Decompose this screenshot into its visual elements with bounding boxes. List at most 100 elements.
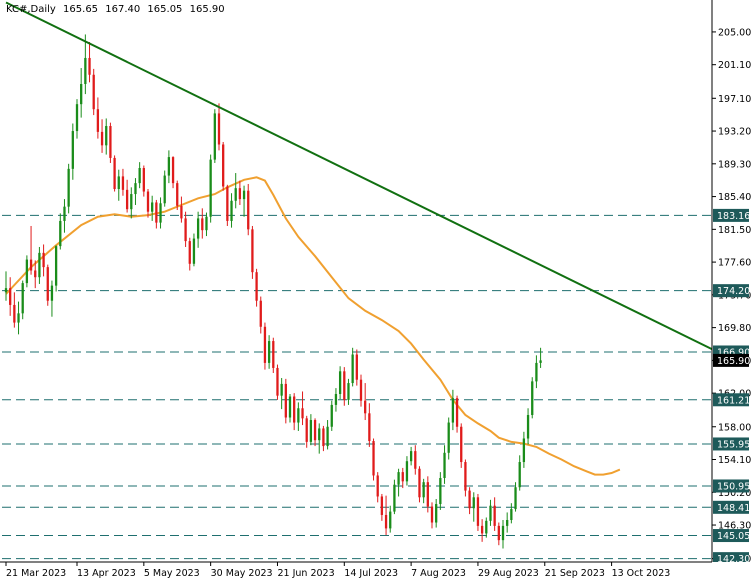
candle-body <box>330 404 333 427</box>
level-label-5: 150.95 <box>713 479 750 493</box>
candle-body <box>50 285 54 301</box>
candle-body <box>422 482 425 498</box>
candle-body <box>146 191 150 212</box>
x-tick-label-7: 29 Aug 2023 <box>478 568 539 579</box>
level-label-1-text: 174.20 <box>717 286 750 297</box>
candle-12 <box>54 245 58 292</box>
candle-49 <box>209 154 212 223</box>
candle-body <box>109 126 112 158</box>
candle-52 <box>222 141 225 191</box>
candle-body <box>351 354 354 384</box>
candle-body <box>134 183 137 195</box>
y-tick-label-1: 201.10 <box>718 60 751 71</box>
candle-body <box>489 505 492 521</box>
candle-64 <box>272 337 275 373</box>
y-tick-label-12: 158.00 <box>718 422 751 433</box>
candle-body <box>464 462 467 491</box>
open-value: 165.65 <box>63 4 99 15</box>
candle-113 <box>476 493 480 531</box>
candle-99 <box>418 466 421 503</box>
candle-body <box>209 159 212 217</box>
candle-body <box>42 252 45 268</box>
candle-body <box>309 420 313 442</box>
candle-body <box>393 484 396 512</box>
candle-body <box>159 203 162 223</box>
candle-body <box>230 200 233 221</box>
candle-body <box>171 157 175 184</box>
candle-body <box>435 504 438 523</box>
low-value: 165.05 <box>147 4 183 15</box>
candle-body <box>267 341 271 363</box>
candle-body <box>493 505 496 526</box>
candle-body <box>125 189 129 210</box>
candle-body <box>501 525 505 541</box>
candle-body <box>234 188 237 201</box>
candlestick-chart[interactable]: 205.00 201.10 197.10 193.20 189.30 185.40 181.… <box>0 0 752 581</box>
candle-body <box>263 326 267 363</box>
candle-59 <box>251 225 254 279</box>
candle-body <box>121 176 125 190</box>
level-label-3: 161.21 <box>713 393 750 407</box>
candle-body <box>305 418 308 442</box>
candle-body <box>38 252 41 278</box>
candle-body <box>188 241 191 264</box>
x-tick-label-9: 13 Oct 2023 <box>612 568 671 579</box>
candle-body <box>67 168 70 207</box>
candle-body <box>80 84 83 105</box>
candle-body <box>405 461 409 482</box>
candle-65 <box>276 364 279 400</box>
candle-body <box>389 511 392 529</box>
level-label-3-text: 161.21 <box>717 395 750 406</box>
candle-body <box>259 300 262 327</box>
y-tick-label-0: 205.00 <box>718 27 751 38</box>
x-tick-label-0: 21 Mar 2023 <box>6 568 66 579</box>
candle-25 <box>109 122 112 163</box>
high-value: 167.40 <box>105 4 141 15</box>
candle-62 <box>263 322 267 370</box>
chart-canvas[interactable]: 205.00 201.10 197.10 193.20 189.30 185.40 181.… <box>0 0 752 581</box>
candle-body <box>251 229 254 273</box>
candle-body <box>313 420 317 441</box>
candle-body <box>255 272 258 301</box>
candle-body <box>155 202 158 223</box>
candle-body <box>418 468 421 498</box>
candle-body <box>242 190 246 200</box>
candle-body <box>180 205 183 219</box>
candle-body <box>184 218 187 242</box>
candle-body <box>192 238 196 264</box>
candle-body <box>63 206 66 221</box>
candle-body <box>9 288 12 305</box>
candle-body <box>272 341 275 368</box>
candle-body <box>380 496 384 515</box>
level-label-0: 183.16 <box>713 208 750 222</box>
current-price-label: 165.90 <box>713 353 750 367</box>
level-label-5-text: 150.95 <box>717 481 750 492</box>
x-tick-label-4: 21 Jun 2023 <box>277 568 334 579</box>
candle-body <box>59 220 62 247</box>
candle-body <box>322 428 325 447</box>
candle-body <box>54 246 58 286</box>
x-tick-label-6: 7 Aug 2023 <box>411 568 466 579</box>
candle-body <box>176 183 179 206</box>
level-label-1: 174.20 <box>713 284 750 298</box>
candle-body <box>226 186 229 221</box>
candle-body <box>535 362 538 382</box>
candle-53 <box>226 184 229 226</box>
candle-body <box>372 441 375 476</box>
candle-41 <box>176 180 179 211</box>
candle-body <box>100 131 104 146</box>
candle-5 <box>25 255 29 288</box>
candle-body <box>343 371 346 400</box>
level-label-6-text: 148.41 <box>717 503 750 514</box>
close-value: 165.90 <box>189 4 225 15</box>
y-tick-label-6: 181.50 <box>718 225 751 236</box>
level-label-4: 155.95 <box>713 437 750 451</box>
candle-body <box>485 520 488 534</box>
candle-body <box>4 288 8 293</box>
x-tick-label-1: 13 Apr 2023 <box>77 568 136 579</box>
candle-body <box>13 304 16 323</box>
level-label-7-text: 145.05 <box>717 531 750 542</box>
candle-body <box>213 113 216 160</box>
candle-body <box>531 381 534 415</box>
candle-body <box>205 216 208 231</box>
